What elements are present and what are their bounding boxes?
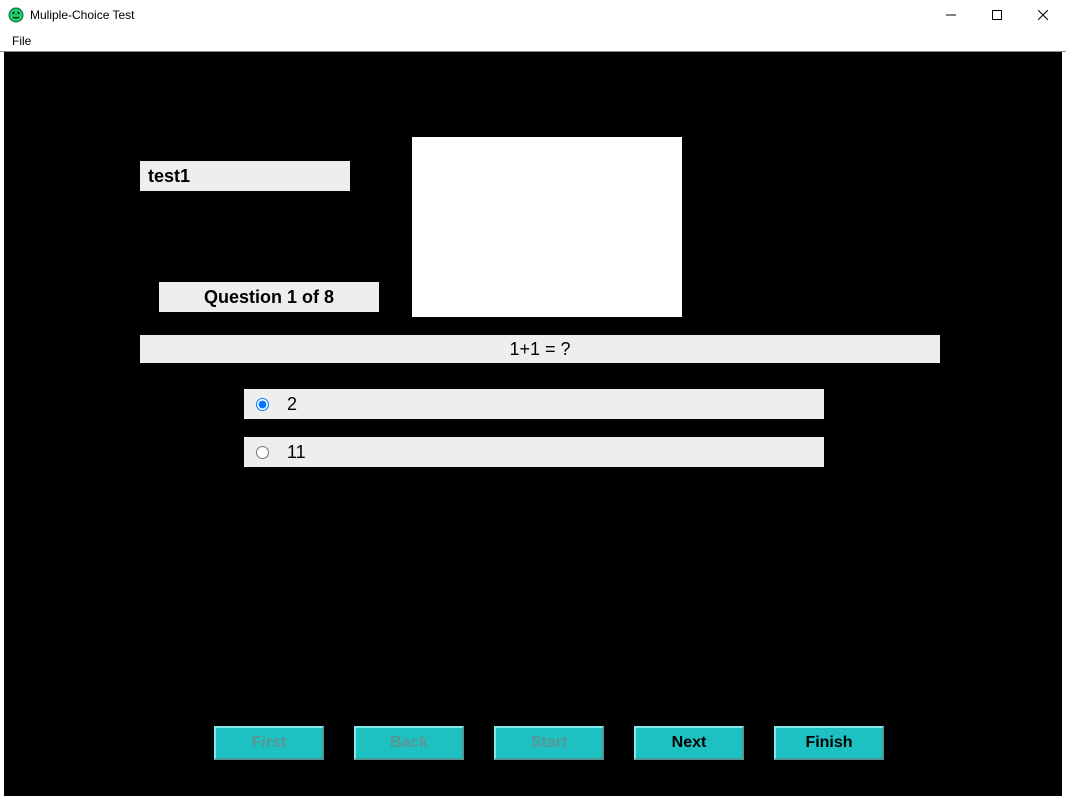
answer-label-1: 2 xyxy=(287,394,297,415)
window-title: Muliple-Choice Test xyxy=(30,8,135,22)
window-controls xyxy=(928,0,1066,30)
answer-option-1[interactable]: 2 xyxy=(244,389,824,419)
question-image-box xyxy=(412,137,682,317)
minimize-button[interactable] xyxy=(928,0,974,30)
back-button[interactable]: Back xyxy=(354,726,464,760)
first-button[interactable]: First xyxy=(214,726,324,760)
titlebar: Muliple-Choice Test xyxy=(0,0,1066,30)
app-icon xyxy=(8,7,24,23)
start-button[interactable]: Start xyxy=(494,726,604,760)
question-text: 1+1 = ? xyxy=(140,335,940,363)
next-button[interactable]: Next xyxy=(634,726,744,760)
answer-option-2[interactable]: 11 xyxy=(244,437,824,467)
nav-button-row: First Back Start Next Finish xyxy=(214,726,884,760)
finish-button[interactable]: Finish xyxy=(774,726,884,760)
close-button[interactable] xyxy=(1020,0,1066,30)
maximize-button[interactable] xyxy=(974,0,1020,30)
test-name-label: test1 xyxy=(140,161,350,191)
answer-radio-1[interactable] xyxy=(256,398,269,411)
menu-file[interactable]: File xyxy=(6,32,37,50)
content-area: test1 Question 1 of 8 1+1 = ? 2 11 First… xyxy=(4,52,1062,796)
menubar: File xyxy=(0,30,1066,52)
answer-radio-2[interactable] xyxy=(256,446,269,459)
question-counter: Question 1 of 8 xyxy=(159,282,379,312)
answer-label-2: 11 xyxy=(287,442,306,463)
